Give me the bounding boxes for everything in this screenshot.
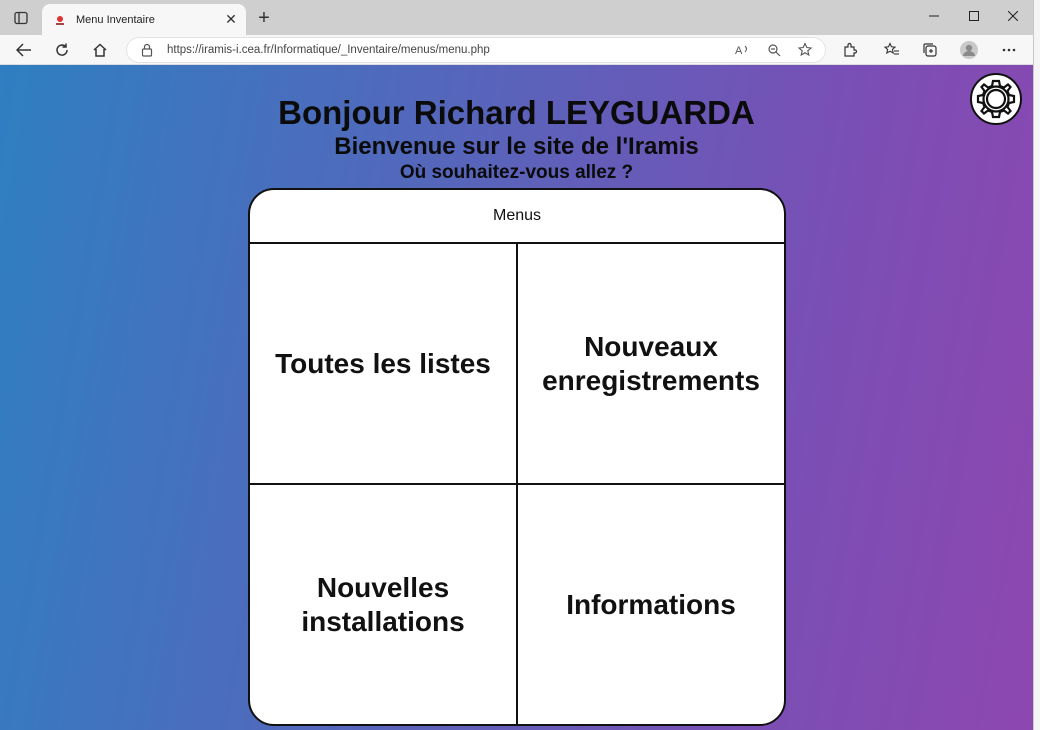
home-icon[interactable] (87, 37, 113, 63)
menu-item-label: Toutes les listes (275, 347, 491, 379)
menu-item-label: Nouvelles installations (301, 571, 465, 637)
address-bar[interactable]: https://iramis-i.cea.fr/Informatique/_In… (126, 37, 826, 63)
menu-item-informations[interactable]: Informations (518, 485, 784, 724)
browser-toolbar: https://iramis-i.cea.fr/Informatique/_In… (0, 35, 1033, 65)
menu-title: Menus (250, 190, 784, 244)
menu-item-label: Nouveaux enregistrements (542, 330, 760, 396)
tab-actions-icon[interactable] (8, 6, 34, 30)
page-content: Bonjour Richard LEYGUARDA Bienvenue sur … (0, 65, 1033, 730)
more-menu-icon[interactable] (996, 37, 1022, 63)
background-window-edge (1033, 0, 1040, 730)
question-heading: Où souhaitez-vous allez ? (399, 162, 634, 183)
lock-icon (141, 43, 155, 57)
minimize-icon[interactable] (914, 0, 954, 32)
new-tab-button[interactable]: + (252, 6, 276, 30)
menu-item-toutes-les-listes[interactable]: Toutes les listes (250, 244, 518, 485)
url-text: https://iramis-i.cea.fr/Informatique/_In… (167, 44, 490, 56)
site-favicon-icon (52, 12, 68, 28)
tab-close-icon[interactable]: ✕ (220, 9, 242, 31)
favorite-star-icon[interactable] (794, 39, 816, 61)
extensions-icon[interactable] (837, 37, 863, 63)
maximize-icon[interactable] (954, 0, 994, 32)
profile-avatar-icon[interactable] (956, 37, 982, 63)
favorites-icon[interactable] (879, 37, 905, 63)
svg-text:A: A (735, 45, 743, 57)
back-icon[interactable] (11, 37, 37, 63)
menu-item-nouvelles-installations[interactable]: Nouvelles installations (250, 485, 518, 724)
read-aloud-icon[interactable]: A (732, 39, 754, 61)
tab-bar: Menu Inventaire ✕ + (0, 0, 1033, 35)
zoom-icon[interactable] (763, 39, 785, 61)
tab-menu-inventaire[interactable]: Menu Inventaire ✕ (42, 4, 246, 35)
collections-icon[interactable] (917, 37, 943, 63)
greeting-heading: Bonjour Richard LEYGUARDA (278, 94, 755, 131)
close-window-icon[interactable] (993, 0, 1033, 32)
refresh-icon[interactable] (49, 37, 75, 63)
welcome-heading: Bienvenue sur le site de l'Iramis (334, 133, 699, 160)
tab-title: Menu Inventaire (76, 13, 155, 26)
browser-window: Menu Inventaire ✕ + https://iramis-i.cea… (0, 0, 1033, 730)
menu-item-label: Informations (566, 588, 736, 620)
menu-card: Menus Toutes les listes Nouveaux enregis… (248, 188, 786, 726)
menu-item-nouveaux-enregistrements[interactable]: Nouveaux enregistrements (518, 244, 784, 485)
